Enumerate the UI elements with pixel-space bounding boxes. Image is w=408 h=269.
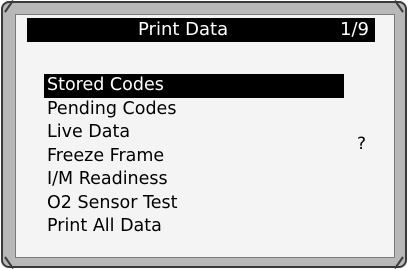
bezel-corner xyxy=(394,0,404,13)
page-title: Print Data xyxy=(138,19,229,40)
bezel-corner xyxy=(4,0,14,13)
menu-item-freeze-frame[interactable]: Freeze Frame xyxy=(44,145,344,169)
menu-item-print-all-data[interactable]: Print All Data xyxy=(44,215,344,239)
print-data-menu: Stored Codes Pending Codes Live Data Fre… xyxy=(44,74,344,239)
bezel-corner xyxy=(394,256,404,269)
bezel-corner xyxy=(4,256,14,269)
menu-item-im-readiness[interactable]: I/M Readiness xyxy=(44,168,344,192)
help-icon[interactable]: ? xyxy=(357,134,366,154)
menu-item-pending-codes[interactable]: Pending Codes xyxy=(44,98,344,122)
menu-item-live-data[interactable]: Live Data xyxy=(44,121,344,145)
menu-item-o2-sensor-test[interactable]: O2 Sensor Test xyxy=(44,192,344,216)
page-indicator: 1/9 xyxy=(340,19,369,40)
menu-item-stored-codes[interactable]: Stored Codes xyxy=(44,74,344,98)
title-bar: Print Data 1/9 xyxy=(27,18,375,42)
